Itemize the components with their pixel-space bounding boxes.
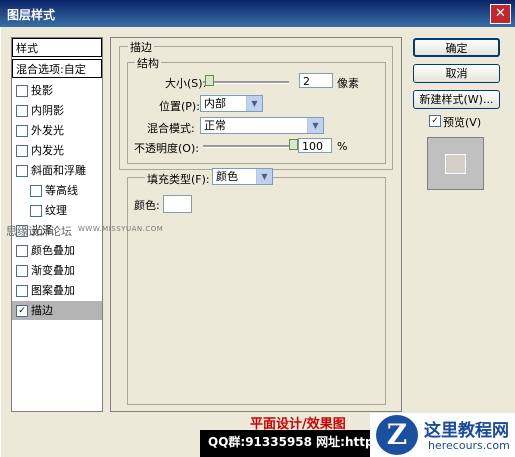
opacity-input[interactable]: 100 <box>298 138 332 153</box>
checkbox-icon[interactable]: ✓ <box>16 305 28 317</box>
sidebar-item-label: 图案叠加 <box>31 284 75 297</box>
title-bar: 图层样式 ✕ <box>0 0 515 27</box>
chevron-down-icon: ▼ <box>307 118 323 133</box>
size-slider-track[interactable] <box>203 81 289 84</box>
sidebar-item[interactable]: 外发光 <box>12 121 102 140</box>
forum-watermark: 思缘设计论坛 <box>6 225 72 238</box>
logo-subtitle: herecours.com <box>428 439 510 452</box>
blend-mode-label: 混合模式: <box>147 122 195 135</box>
size-slider-thumb[interactable] <box>204 75 214 86</box>
close-icon: ✕ <box>495 6 506 21</box>
checkbox-icon[interactable] <box>16 245 28 257</box>
chevron-down-icon: ▼ <box>256 169 272 184</box>
sidebar-item[interactable]: 纹理 <box>12 201 102 220</box>
cancel-button[interactable]: 取消 <box>413 64 500 83</box>
checkbox-icon[interactable] <box>16 265 28 277</box>
opacity-slider-track[interactable] <box>203 145 297 148</box>
sidebar-item-label: 等高线 <box>45 184 78 197</box>
position-value: 内部 <box>204 97 226 110</box>
sidebar-item[interactable]: 渐变叠加 <box>12 261 102 280</box>
opacity-slider-thumb[interactable] <box>289 139 298 150</box>
window-title: 图层样式 <box>7 8 56 22</box>
color-label: 颜色: <box>134 199 160 212</box>
size-input[interactable]: 2 <box>299 73 333 88</box>
fill-type-label: 填充类型(F): <box>145 171 212 187</box>
color-swatch[interactable] <box>163 195 192 213</box>
stroke-title: 描边 <box>128 39 154 55</box>
fill-type-select[interactable]: 颜色 ▼ <box>212 168 273 185</box>
preview-swatch <box>445 154 466 174</box>
sidebar-item-label: 内阴影 <box>31 104 64 117</box>
chevron-down-icon: ▼ <box>246 96 262 111</box>
styles-header-label: 样式 <box>16 42 38 55</box>
url-watermark: WWW.MISSYUAN.COM <box>78 225 164 233</box>
size-label: 大小(S): <box>165 77 207 90</box>
sidebar-item-label: 渐变叠加 <box>31 264 75 277</box>
sidebar-item-label: 斜面和浮雕 <box>31 164 86 177</box>
ok-button[interactable]: 确定 <box>413 38 500 57</box>
sidebar-item-label: 描边 <box>31 304 53 317</box>
opacity-unit: % <box>337 140 348 153</box>
checkbox-icon[interactable] <box>30 205 42 217</box>
sidebar-item-label: 外发光 <box>31 124 64 137</box>
blend-options-label: 混合选项:自定 <box>16 63 86 76</box>
sidebar-item[interactable]: 内阴影 <box>12 101 102 120</box>
logo-icon: Z <box>376 415 418 455</box>
blend-mode-value: 正常 <box>204 119 226 132</box>
sidebar-item-label: 颜色叠加 <box>31 244 75 257</box>
blend-options-item[interactable]: 混合选项:自定 <box>12 59 102 78</box>
checkbox-icon[interactable] <box>16 285 28 297</box>
new-style-button[interactable]: 新建样式(W)... <box>413 90 500 109</box>
checkbox-icon[interactable] <box>16 105 28 117</box>
sidebar-item-label: 投影 <box>31 84 53 97</box>
footer-red-text: 平面设计/效果图 <box>250 417 346 432</box>
position-label: 位置(P): <box>159 100 200 113</box>
checkbox-icon[interactable] <box>16 165 28 177</box>
checkbox-icon[interactable] <box>30 185 42 197</box>
position-select[interactable]: 内部 ▼ <box>200 95 263 112</box>
structure-legend: 结构 <box>135 55 161 71</box>
styles-header[interactable]: 样式 <box>12 38 102 57</box>
footer-qq-text: QQ群:91335958 网址:http <box>208 435 374 449</box>
size-unit: 像素 <box>337 77 359 90</box>
sidebar-item[interactable]: 颜色叠加 <box>12 241 102 260</box>
sidebar-item[interactable]: 斜面和浮雕 <box>12 161 102 180</box>
logo-title: 这里教程网 <box>424 421 509 441</box>
sidebar-item-label: 纹理 <box>45 204 67 217</box>
preview-label: 预览(V) <box>443 116 482 129</box>
blend-mode-select[interactable]: 正常 ▼ <box>200 117 324 134</box>
sidebar-item[interactable]: 等高线 <box>12 181 102 200</box>
fill-type-value: 颜色 <box>216 170 238 183</box>
sidebar-item[interactable]: 投影 <box>12 81 102 100</box>
site-logo: Z 这里教程网 herecours.com <box>370 413 515 457</box>
sidebar-item[interactable]: 内发光 <box>12 141 102 160</box>
sidebar-item-label: 内发光 <box>31 144 64 157</box>
opacity-label: 不透明度(O): <box>134 142 199 155</box>
checkbox-icon[interactable] <box>16 85 28 97</box>
sidebar-item[interactable]: ✓ 描边 <box>12 301 102 320</box>
preview-check-icon: ✓ <box>429 115 441 127</box>
close-button[interactable]: ✕ <box>490 4 511 24</box>
sidebar-item[interactable]: 图案叠加 <box>12 281 102 300</box>
checkbox-icon[interactable] <box>16 145 28 157</box>
checkbox-icon[interactable] <box>16 125 28 137</box>
style-preview <box>427 137 484 190</box>
